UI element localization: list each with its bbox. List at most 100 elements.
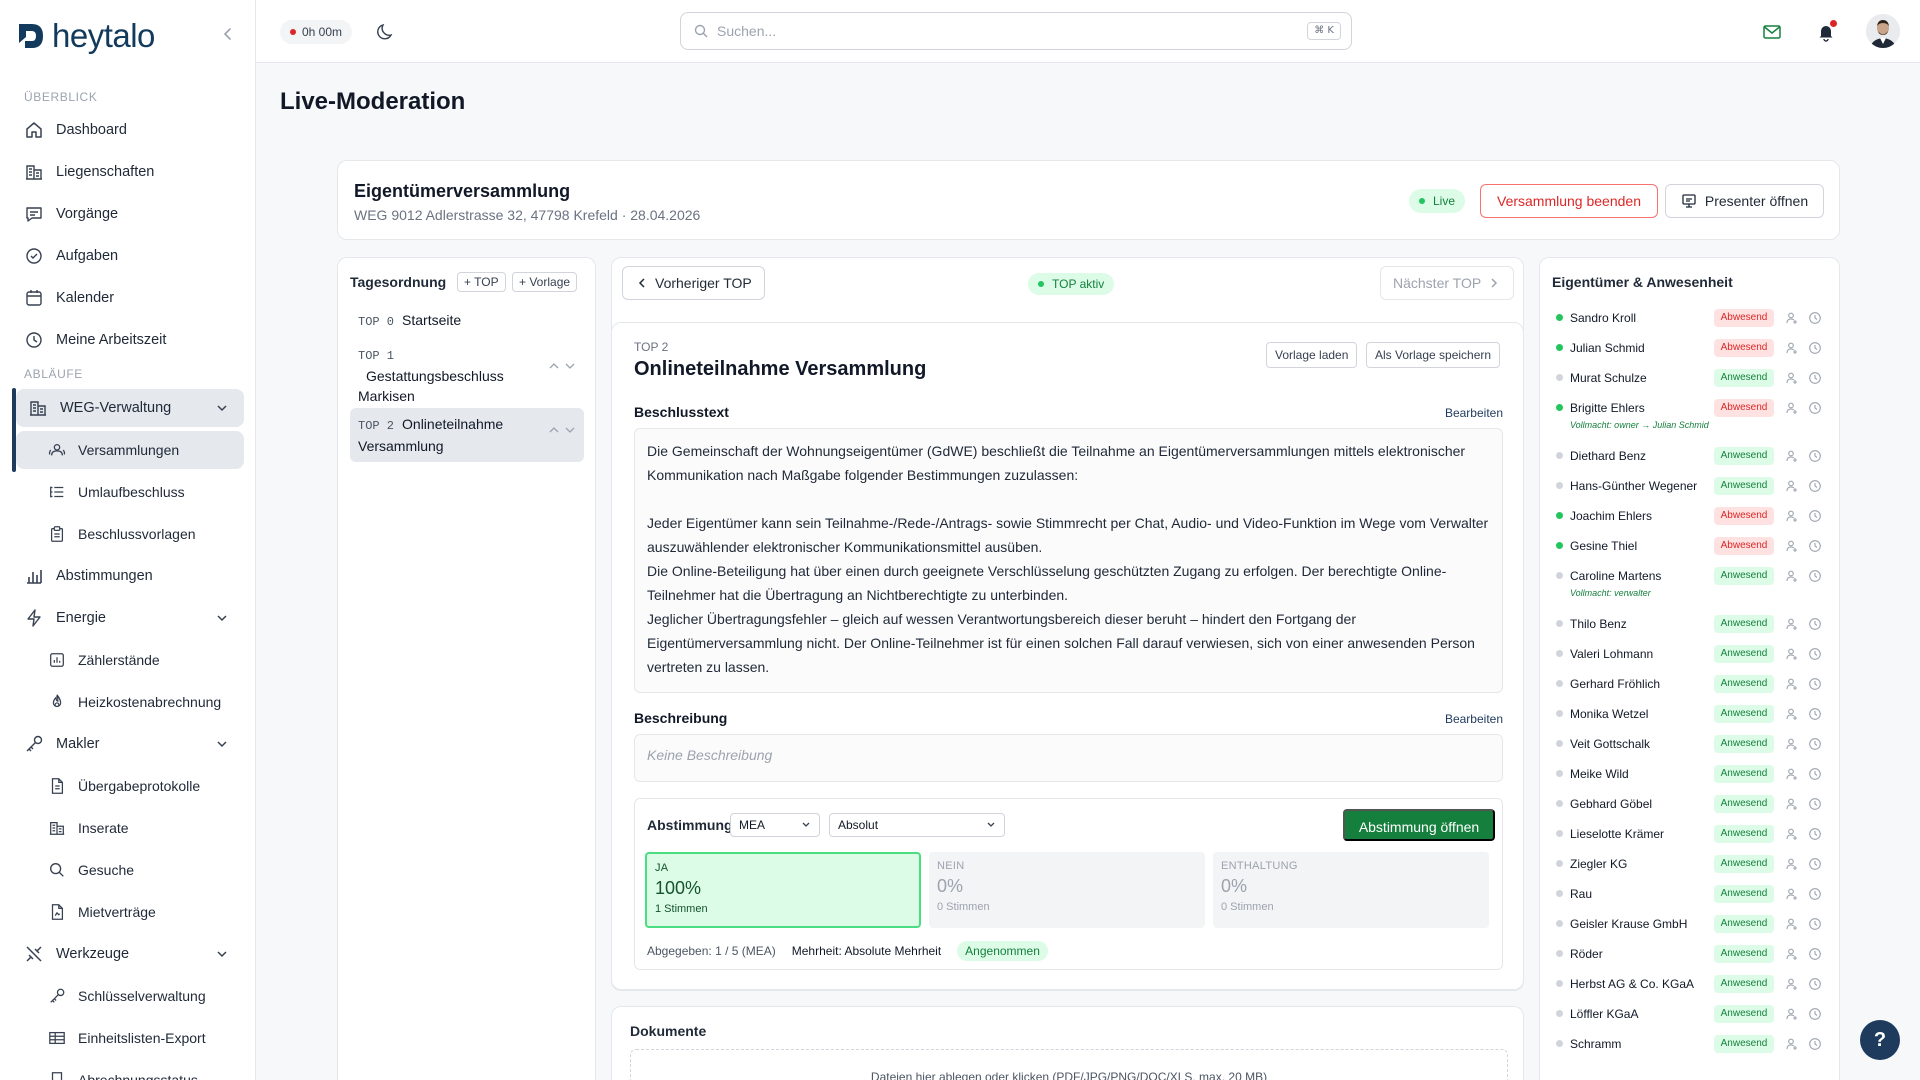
history-clock-icon[interactable] [1808,887,1822,901]
proxy-user-icon[interactable] [1785,539,1799,553]
add-template-button[interactable]: + Vorlage [512,272,578,292]
attendance-badge[interactable]: Anwesend [1714,705,1774,723]
attendance-badge[interactable]: Anwesend [1714,795,1774,813]
agenda-item-top1[interactable]: TOP 1 Gestattungsbeschluss Markisen [350,338,584,412]
save-template-button[interactable]: Als Vorlage speichern [1366,342,1501,368]
proxy-user-icon[interactable] [1785,797,1799,811]
history-clock-icon[interactable] [1808,449,1822,463]
attendance-badge[interactable]: Anwesend [1714,885,1774,903]
description-box[interactable]: Keine Beschreibung [634,734,1503,782]
proxy-user-icon[interactable] [1785,449,1799,463]
history-clock-icon[interactable] [1808,857,1822,871]
nav-keys[interactable]: Schlüsselverwaltung [12,977,244,1015]
attendance-badge[interactable]: Anwesend [1714,615,1774,633]
attendance-badge[interactable]: Anwesend [1714,369,1774,387]
nav-circular[interactable]: Umlaufbeschluss [12,473,244,511]
majority-select[interactable]: Absolut [829,813,1005,837]
attendance-badge[interactable]: Anwesend [1714,975,1774,993]
proxy-user-icon[interactable] [1785,857,1799,871]
history-clock-icon[interactable] [1808,677,1822,691]
history-clock-icon[interactable] [1808,311,1822,325]
attendance-badge[interactable]: Anwesend [1714,735,1774,753]
nav-votes[interactable]: Abstimmungen [12,557,244,595]
nav-broker[interactable]: Makler [12,725,244,763]
history-clock-icon[interactable] [1808,737,1822,751]
collapse-sidebar-icon[interactable] [218,24,238,44]
nav-handover[interactable]: Übergabeprotokolle [12,767,244,805]
proxy-user-icon[interactable] [1785,917,1799,931]
history-clock-icon[interactable] [1808,767,1822,781]
attendance-badge[interactable]: Anwesend [1714,855,1774,873]
proxy-user-icon[interactable] [1785,341,1799,355]
attendance-badge[interactable]: Anwesend [1714,645,1774,663]
global-search[interactable]: ⌘ K [680,12,1352,50]
nav-leases[interactable]: Mietverträge [12,893,244,931]
edit-description-link[interactable]: Bearbeiten [1445,712,1503,726]
nav-heating[interactable]: Heizkostenabrechnung [12,683,244,721]
next-top-button[interactable]: Nächster TOP [1380,266,1515,300]
attendance-badge[interactable]: Anwesend [1714,1035,1774,1053]
attendance-badge[interactable]: Anwesend [1714,447,1774,465]
history-clock-icon[interactable] [1808,617,1822,631]
history-clock-icon[interactable] [1808,827,1822,841]
proxy-user-icon[interactable] [1785,677,1799,691]
attendance-badge[interactable]: Abwesend [1714,339,1774,357]
file-dropzone[interactable]: Dateien hier ablegen oder klicken (PDF/J… [630,1049,1508,1080]
user-avatar[interactable] [1866,14,1900,48]
attendance-badge[interactable]: Anwesend [1714,477,1774,495]
proxy-user-icon[interactable] [1785,311,1799,325]
history-clock-icon[interactable] [1808,569,1822,583]
search-input[interactable] [717,23,1277,39]
history-clock-icon[interactable] [1808,977,1822,991]
nav-properties[interactable]: Liegenschaften [12,153,244,191]
reorder-arrows-icon[interactable] [548,424,576,436]
open-vote-button[interactable]: Abstimmung öffnen [1343,809,1495,841]
history-clock-icon[interactable] [1808,1037,1822,1051]
nav-tasks[interactable]: Aufgaben [12,237,244,275]
proxy-user-icon[interactable] [1785,617,1799,631]
proxy-user-icon[interactable] [1785,647,1799,661]
proxy-user-icon[interactable] [1785,479,1799,493]
attendance-badge[interactable]: Anwesend [1714,1005,1774,1023]
nav-meetings[interactable]: Versammlungen [16,431,244,469]
history-clock-icon[interactable] [1808,707,1822,721]
nav-weg[interactable]: WEG-Verwaltung [16,389,244,427]
brand-logo[interactable]: heytalo [16,16,155,56]
attendance-badge[interactable]: Anwesend [1714,675,1774,693]
open-presenter-button[interactable]: Presenter öffnen [1665,184,1824,218]
history-clock-icon[interactable] [1808,341,1822,355]
attendance-badge[interactable]: Abwesend [1714,399,1774,417]
history-clock-icon[interactable] [1808,1007,1822,1021]
history-clock-icon[interactable] [1808,371,1822,385]
reorder-arrows-icon[interactable] [548,360,576,372]
help-button[interactable]: ? [1860,1020,1900,1060]
nav-requests[interactable]: Gesuche [12,851,244,889]
nav-meters[interactable]: Zählerstände [12,641,244,679]
previous-top-button[interactable]: Vorheriger TOP [622,266,765,300]
moon-icon[interactable] [376,22,396,42]
load-template-button[interactable]: Vorlage laden [1266,342,1358,368]
nav-energy[interactable]: Energie [12,599,244,637]
proxy-user-icon[interactable] [1785,1037,1799,1051]
work-timer[interactable]: 0h 00m [280,20,353,44]
history-clock-icon[interactable] [1808,647,1822,661]
agenda-item-top0[interactable]: TOP 0 Startseite [350,304,584,338]
proxy-user-icon[interactable] [1785,707,1799,721]
nav-templates[interactable]: Beschlussvorlagen [12,515,244,553]
history-clock-icon[interactable] [1808,947,1822,961]
attendance-badge[interactable]: Abwesend [1714,537,1774,555]
history-clock-icon[interactable] [1808,917,1822,931]
attendance-badge[interactable]: Abwesend [1714,309,1774,327]
attendance-badge[interactable]: Anwesend [1714,567,1774,585]
nav-export[interactable]: Einheitslisten-Export [12,1019,244,1057]
mail-icon[interactable] [1762,22,1782,42]
attendance-badge[interactable]: Anwesend [1714,765,1774,783]
nav-worktime[interactable]: Meine Arbeitszeit [12,321,244,359]
history-clock-icon[interactable] [1808,539,1822,553]
nav-tools[interactable]: Werkzeuge [12,935,244,973]
attendance-badge[interactable]: Abwesend [1714,507,1774,525]
end-meeting-button[interactable]: Versammlung beenden [1480,184,1658,218]
proxy-user-icon[interactable] [1785,947,1799,961]
nav-calendar[interactable]: Kalender [12,279,244,317]
history-clock-icon[interactable] [1808,509,1822,523]
